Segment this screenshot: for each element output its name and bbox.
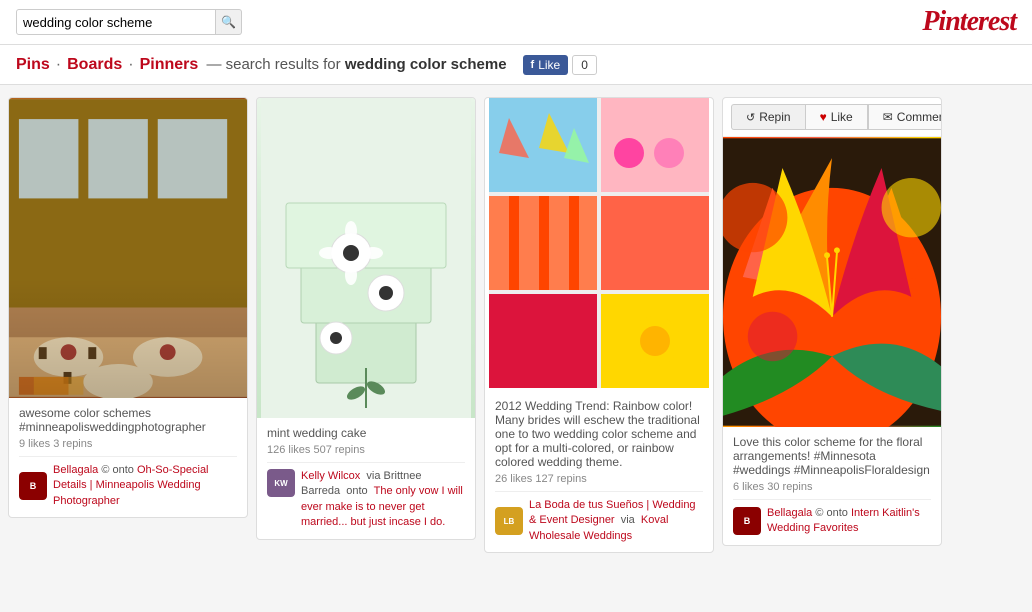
pin-meta-1: awesome color schemes #minneapolisweddin… <box>9 398 247 517</box>
avatar-1: B <box>19 472 47 500</box>
nav-pins[interactable]: Pins <box>16 56 50 74</box>
user-via-3: via <box>621 514 635 526</box>
search-container: 🔍 <box>16 9 242 35</box>
pin-card-1: awesome color schemes #minneapolisweddin… <box>8 97 248 518</box>
pin-title-1: awesome color schemes #minneapolisweddin… <box>19 406 237 434</box>
like-box: f Like 0 <box>523 55 597 75</box>
pin-user-row-4: B Bellagala © onto Intern Kaitlin's Wedd… <box>733 499 931 537</box>
search-input[interactable] <box>16 9 216 35</box>
pin-card-2: mint wedding cake 126 likes 507 repins K… <box>256 97 476 540</box>
user-link-2[interactable]: Kelly Wilcox <box>301 470 360 482</box>
search-button[interactable]: 🔍 <box>216 9 242 35</box>
like-count: 0 <box>572 55 597 75</box>
pin-card-4: ↺ Repin ♥ Like ✉ Comment <box>722 97 942 546</box>
pin-image-2[interactable] <box>257 98 475 418</box>
fb-icon: f <box>531 59 535 71</box>
search-description: — search results for wedding color schem… <box>202 56 506 73</box>
pin-stats-1: 9 likes 3 repins <box>19 438 237 450</box>
pin-stats-3: 26 likes 127 repins <box>495 473 703 485</box>
pin-image-4[interactable] <box>723 137 941 427</box>
pin-column-2: mint wedding cake 126 likes 507 repins K… <box>256 97 476 540</box>
pin-stats-2: 126 likes 507 repins <box>267 444 465 456</box>
pin-title-4: Love this color scheme for the floral ar… <box>733 435 931 477</box>
pin-user-info-3: La Boda de tus Sueños | Wedding & Event … <box>529 498 703 544</box>
pin-user-row-2: KW Kelly Wilcox via Brittnee Barreda ont… <box>267 462 465 531</box>
nav-pinners[interactable]: Pinners <box>140 56 199 74</box>
comment-button[interactable]: ✉ Comment <box>868 104 942 130</box>
user-link-3[interactable]: La Boda de tus Sueños | Wedding & Event … <box>529 499 696 526</box>
pin-meta-3: 2012 Wedding Trend: Rainbow color! Many … <box>485 391 713 552</box>
user-suffix-2: onto <box>346 485 367 497</box>
pin-user-info-2: Kelly Wilcox via Brittnee Barreda onto T… <box>301 469 465 531</box>
pin-title-3: 2012 Wedding Trend: Rainbow color! Many … <box>495 399 703 469</box>
pin-column-1: awesome color schemes #minneapolisweddin… <box>8 97 248 518</box>
avatar-2: KW <box>267 469 295 497</box>
nav-boards[interactable]: Boards <box>67 56 122 74</box>
repin-button[interactable]: ↺ Repin <box>731 104 805 130</box>
pin-user-info-4: Bellagala © onto Intern Kaitlin's Weddin… <box>767 506 931 537</box>
nav-bar: Pins · Boards · Pinners — search results… <box>0 45 1032 85</box>
action-bar: ↺ Repin ♥ Like ✉ Comment <box>723 98 941 137</box>
header: 🔍 Pinterest <box>0 0 1032 45</box>
pin-column-4: ↺ Repin ♥ Like ✉ Comment <box>722 97 942 546</box>
repin-icon: ↺ <box>746 111 755 124</box>
content: awesome color schemes #minneapolisweddin… <box>0 85 1032 565</box>
user-suffix-1: © onto <box>101 464 134 476</box>
avatar-4: B <box>733 507 761 535</box>
pin-image-3[interactable] <box>485 98 713 391</box>
search-query-text: wedding color scheme <box>345 56 507 73</box>
pin-user-row-3: LB La Boda de tus Sueños | Wedding & Eve… <box>495 491 703 544</box>
pin-user-info-1: Bellagala © onto Oh-So-Special Details |… <box>53 463 237 509</box>
pin-image-1[interactable] <box>9 98 247 398</box>
nav-dot-1: · <box>56 56 61 74</box>
pin-title-2: mint wedding cake <box>267 426 465 440</box>
heart-icon: ♥ <box>820 110 827 124</box>
user-suffix-4: © onto <box>815 507 848 519</box>
like-button[interactable]: ♥ Like <box>805 104 868 130</box>
pin-meta-4: Love this color scheme for the floral ar… <box>723 427 941 545</box>
pin-stats-4: 6 likes 30 repins <box>733 481 931 493</box>
pin-user-row-1: B Bellagala © onto Oh-So-Special Details… <box>19 456 237 509</box>
pin-column-3: 2012 Wedding Trend: Rainbow color! Many … <box>484 97 714 553</box>
pin-meta-2: mint wedding cake 126 likes 507 repins K… <box>257 418 475 539</box>
search-icon: 🔍 <box>221 15 236 29</box>
user-link-1[interactable]: Bellagala <box>53 464 98 476</box>
comment-icon: ✉ <box>883 110 893 124</box>
pin-card-3: 2012 Wedding Trend: Rainbow color! Many … <box>484 97 714 553</box>
avatar-3: LB <box>495 507 523 535</box>
pinterest-logo: Pinterest <box>922 6 1016 38</box>
nav-dot-2: · <box>128 56 133 74</box>
user-link-4[interactable]: Bellagala <box>767 507 812 519</box>
action-buttons: ↺ Repin ♥ Like ✉ Comment <box>731 104 933 130</box>
facebook-like-button[interactable]: f Like <box>523 55 569 75</box>
